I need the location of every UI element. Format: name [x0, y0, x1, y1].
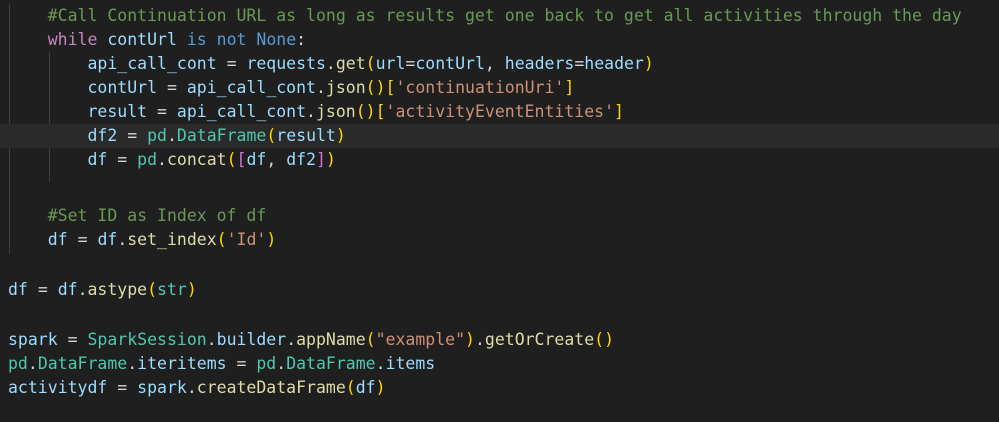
class-name: SparkSession [87, 330, 207, 349]
module: pd [137, 150, 158, 169]
variable: api_call_cont [87, 54, 217, 73]
variable: spark [8, 330, 58, 349]
string-literal: 'activityEventEntities' [385, 102, 615, 121]
class-name: DataFrame [176, 126, 267, 145]
function-name: get [335, 54, 366, 73]
variable: spark [137, 378, 187, 397]
variable: api_call_cont [186, 78, 316, 97]
variable: df [87, 150, 108, 169]
string-literal: "example" [375, 330, 466, 349]
function-name: getOrCreate [484, 330, 595, 349]
function-name: json [315, 102, 356, 121]
code-line-api-call: api_call_cont = requests.get(url=contUrl… [87, 54, 654, 73]
code-line-spark-session: spark = SparkSession.builder.appName("ex… [8, 330, 615, 349]
function-name: astype [87, 280, 148, 299]
module: pd [256, 354, 277, 373]
code-line-while: while contUrl is not None: [47, 30, 307, 49]
comment-text: #Call Continuation URL as long as result… [47, 6, 962, 25]
class-name: DataFrame [37, 354, 128, 373]
code-line-astype: df = df.astype(str) [8, 280, 197, 299]
variable: df [47, 230, 68, 249]
variable: activitydf [8, 378, 108, 397]
class-name: DataFrame [286, 354, 376, 373]
code-line-df2-current: df2 = pd.DataFrame(result) [0, 124, 999, 148]
module: pd [147, 126, 167, 145]
is-not-keyword: is not [186, 30, 247, 49]
attribute: iteritems [137, 354, 227, 373]
parameter: url [375, 54, 406, 73]
function-name: concat [166, 150, 227, 169]
module: requests [246, 54, 326, 73]
variable: df2 [286, 150, 317, 169]
variable: df2 [87, 126, 118, 145]
attribute: items [385, 354, 436, 373]
variable: result [276, 126, 336, 145]
variable: api_call_cont [176, 102, 307, 121]
string-literal: 'Id' [226, 230, 267, 249]
code-line-set-index: df = df.set_index('Id') [47, 230, 277, 249]
string-literal: 'continuationUri' [395, 78, 565, 97]
variable: df [246, 150, 267, 169]
code-line-create-dataframe: activitydf = spark.createDataFrame(df) [8, 378, 386, 397]
variable: result [87, 102, 148, 121]
function-name: createDataFrame [196, 378, 346, 397]
variable: header [584, 54, 644, 73]
code-line-conturl: contUrl = api_call_cont.json()['continua… [87, 78, 575, 97]
variable: df [57, 280, 78, 299]
code-line-result: result = api_call_cont.json()['activityE… [87, 102, 624, 121]
class-name: str [157, 280, 187, 299]
while-keyword: while [47, 30, 98, 49]
variable: contUrl [87, 78, 158, 97]
function-name: json [325, 78, 366, 97]
code-line-comment-index: #Set ID as Index of df [8, 204, 267, 228]
function-name: appName [296, 330, 366, 349]
variable: contUrl [415, 54, 485, 73]
attribute: builder [216, 330, 287, 349]
code-line-comment-continuation: #Call Continuation URL as long as result… [8, 4, 962, 28]
variable: df [355, 378, 376, 397]
code-line-concat: df = pd.concat([df, df2]) [87, 150, 336, 169]
variable: df [97, 230, 118, 249]
function-name: set_index [127, 230, 217, 249]
code-line-iteritems: pd.DataFrame.iteritems = pd.DataFrame.it… [8, 354, 436, 373]
variable: contUrl [107, 30, 177, 49]
comment-text: #Set ID as Index of df [47, 206, 267, 225]
code-editor[interactable]: #Call Continuation URL as long as result… [0, 0, 999, 422]
parameter: headers [504, 54, 575, 73]
none-constant: None [256, 30, 297, 49]
variable: df [8, 280, 28, 299]
module: pd [8, 354, 28, 373]
